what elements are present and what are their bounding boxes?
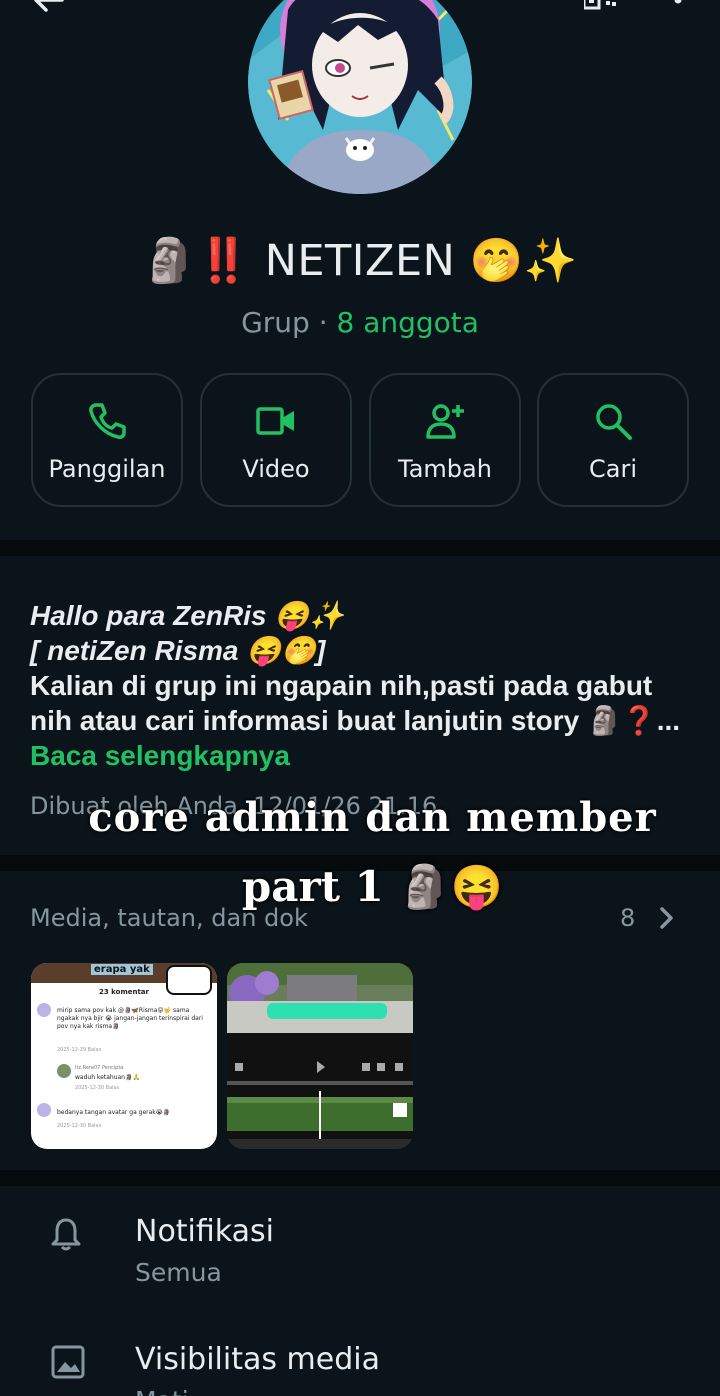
group-name: 🗿‼️ NETIZEN 🤭✨ xyxy=(142,236,578,286)
notifications-value: Semua xyxy=(135,1258,222,1287)
group-type: Grup xyxy=(241,306,310,339)
subtitle-separator: · xyxy=(309,306,337,339)
search-icon xyxy=(596,404,632,440)
search-label: Cari xyxy=(589,455,637,483)
phone-icon xyxy=(89,403,126,439)
description-line-2: [ netiZen Risma 😝🤭] xyxy=(30,635,326,666)
thumb-comments-count: 23 komentar xyxy=(98,988,149,996)
overlay-caption-line-2: part 1 🗿😝 xyxy=(241,862,504,911)
thumb-comment-3-meta: 2025-12-30 Balas xyxy=(57,1123,102,1129)
video-label: Video xyxy=(242,455,310,483)
section-divider xyxy=(0,540,720,556)
thumb-comment-2-user: Itz.Rere07 Pencipta xyxy=(75,1065,124,1071)
thumb-comment-1: mirip sama pov kak @🗿🦋Risma😝🤟 sama ngaka… xyxy=(57,1007,203,1030)
media-visibility-setting[interactable]: Visibilitas media Mati xyxy=(0,1326,720,1396)
thumb-comment-1-meta: 2025-12-29 Balas xyxy=(57,1047,102,1053)
add-member-button[interactable]: Tambah xyxy=(369,373,521,507)
more-vert-icon[interactable] xyxy=(668,0,688,16)
video-icon xyxy=(256,407,294,435)
call-label: Panggilan xyxy=(48,455,166,483)
section-divider xyxy=(0,1170,720,1186)
media-thumbnail[interactable] xyxy=(227,963,413,1149)
description-line-3: Kalian di grup ini ngapain nih,pasti pad… xyxy=(30,670,681,736)
video-button[interactable]: Video xyxy=(200,373,352,507)
notifications-setting[interactable]: Notifikasi Semua xyxy=(0,1196,720,1306)
media-thumbnail[interactable]: erapa yak 23 komentar mirip sama pov kak… xyxy=(31,963,217,1149)
member-count[interactable]: 8 anggota xyxy=(337,306,479,339)
group-subtitle[interactable]: Grup · 8 anggota xyxy=(0,306,720,339)
group-avatar[interactable] xyxy=(248,0,472,194)
add-person-icon xyxy=(426,404,464,439)
image-icon xyxy=(51,1345,85,1379)
thumb-comment-3: bedanya tangan avatar ga gerak😭🗿 xyxy=(57,1109,171,1116)
add-label: Tambah xyxy=(398,455,492,483)
thumb-comment-2: waduh ketahuan🗿🙏 xyxy=(75,1074,140,1081)
read-more-link[interactable]: Baca selengkapnya xyxy=(30,738,700,773)
overlay-caption-line-1: core admin dan member xyxy=(88,794,657,841)
call-button[interactable]: Panggilan xyxy=(31,373,183,507)
group-description[interactable]: Hallo para ZenRis 😝✨ [ netiZen Risma 😝🤭]… xyxy=(30,598,700,773)
thumb-comment-2-meta: 2025-12-30 Balas xyxy=(75,1085,120,1091)
arrow-left-icon[interactable] xyxy=(28,0,68,14)
bell-icon xyxy=(51,1218,81,1251)
search-button[interactable]: Cari xyxy=(537,373,689,507)
notifications-title: Notifikasi xyxy=(135,1214,274,1249)
media-visibility-value: Mati xyxy=(135,1386,189,1396)
thumb-title: erapa yak xyxy=(91,964,153,975)
qr-code-icon[interactable] xyxy=(584,0,618,16)
media-visibility-title: Visibilitas media xyxy=(135,1342,380,1377)
description-line-1: Hallo para ZenRis 😝✨ xyxy=(30,600,345,631)
